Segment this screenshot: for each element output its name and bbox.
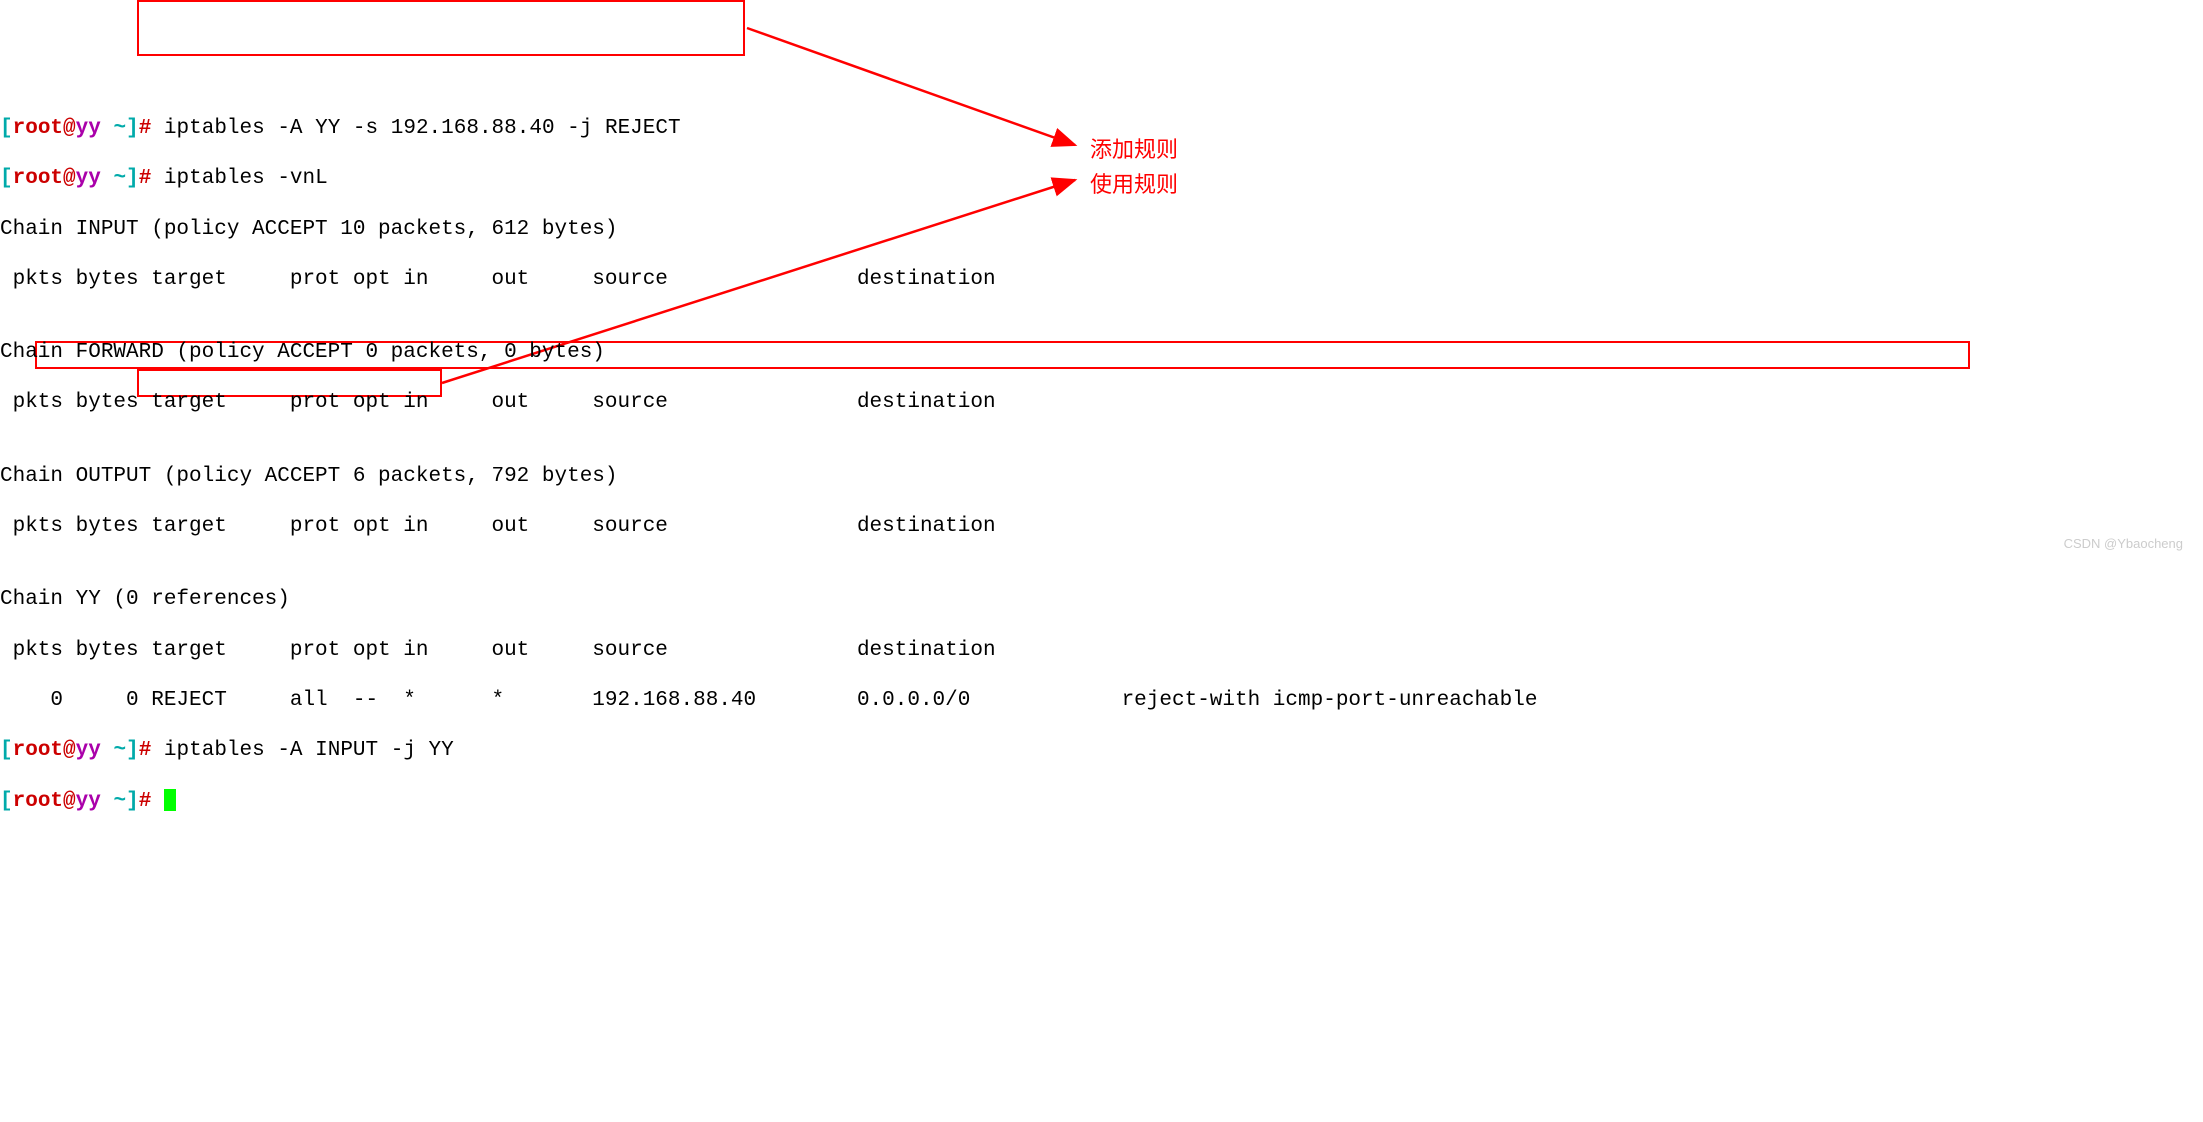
prompt-path: ~ <box>101 167 126 190</box>
prompt-host: yy <box>76 790 101 813</box>
prompt-path: ~ <box>101 739 126 762</box>
prompt-user: root <box>13 790 63 813</box>
bracket-close: ] <box>126 739 139 762</box>
annotation-add-rule: 添加规则 <box>1090 132 1178 164</box>
prompt-at: @ <box>63 739 76 762</box>
prompt-line-4: [root@yy ~]# <box>0 788 2203 815</box>
prompt-user: root <box>13 167 63 190</box>
watermark: CSDN @Ybaocheng <box>2064 536 2183 551</box>
bracket-open: [ <box>0 739 13 762</box>
bracket-close: ] <box>126 167 139 190</box>
command-2: iptables -vnL <box>164 167 328 190</box>
bracket-open: [ <box>0 117 13 140</box>
command-1: iptables -A YY -s 192.168.88.40 -j REJEC… <box>164 117 681 140</box>
prompt-hash: # <box>139 167 164 190</box>
output-yy-rule: 0 0 REJECT all -- * * 192.168.88.40 0.0.… <box>0 687 2203 714</box>
annotation-use-rule: 使用规则 <box>1090 167 1178 199</box>
prompt-path: ~ <box>101 790 126 813</box>
output-chain-output: Chain OUTPUT (policy ACCEPT 6 packets, 7… <box>0 463 2203 490</box>
prompt-at: @ <box>63 117 76 140</box>
prompt-hash: # <box>139 739 164 762</box>
terminal-output: [root@yy ~]# iptables -A YY -s 192.168.8… <box>0 92 2203 838</box>
prompt-at: @ <box>63 790 76 813</box>
prompt-at: @ <box>63 167 76 190</box>
bracket-open: [ <box>0 790 13 813</box>
output-chain-yy: Chain YY (0 references) <box>0 586 2203 613</box>
prompt-user: root <box>13 739 63 762</box>
prompt-host: yy <box>76 739 101 762</box>
prompt-hash: # <box>139 790 164 813</box>
output-header: pkts bytes target prot opt in out source… <box>0 389 2203 416</box>
prompt-host: yy <box>76 167 101 190</box>
output-header: pkts bytes target prot opt in out source… <box>0 513 2203 540</box>
highlight-box-commands <box>137 0 745 56</box>
prompt-line-3: [root@yy ~]# iptables -A INPUT -j YY <box>0 737 2203 764</box>
bracket-open: [ <box>0 167 13 190</box>
output-header: pkts bytes target prot opt in out source… <box>0 637 2203 664</box>
output-chain-input: Chain INPUT (policy ACCEPT 10 packets, 6… <box>0 216 2203 243</box>
output-header: pkts bytes target prot opt in out source… <box>0 266 2203 293</box>
cursor <box>164 789 176 811</box>
prompt-user: root <box>13 117 63 140</box>
output-chain-forward: Chain FORWARD (policy ACCEPT 0 packets, … <box>0 339 2203 366</box>
prompt-path: ~ <box>101 117 126 140</box>
bracket-close: ] <box>126 790 139 813</box>
prompt-host: yy <box>76 117 101 140</box>
bracket-close: ] <box>126 117 139 140</box>
command-3: iptables -A INPUT -j YY <box>164 739 454 762</box>
prompt-hash: # <box>139 117 164 140</box>
